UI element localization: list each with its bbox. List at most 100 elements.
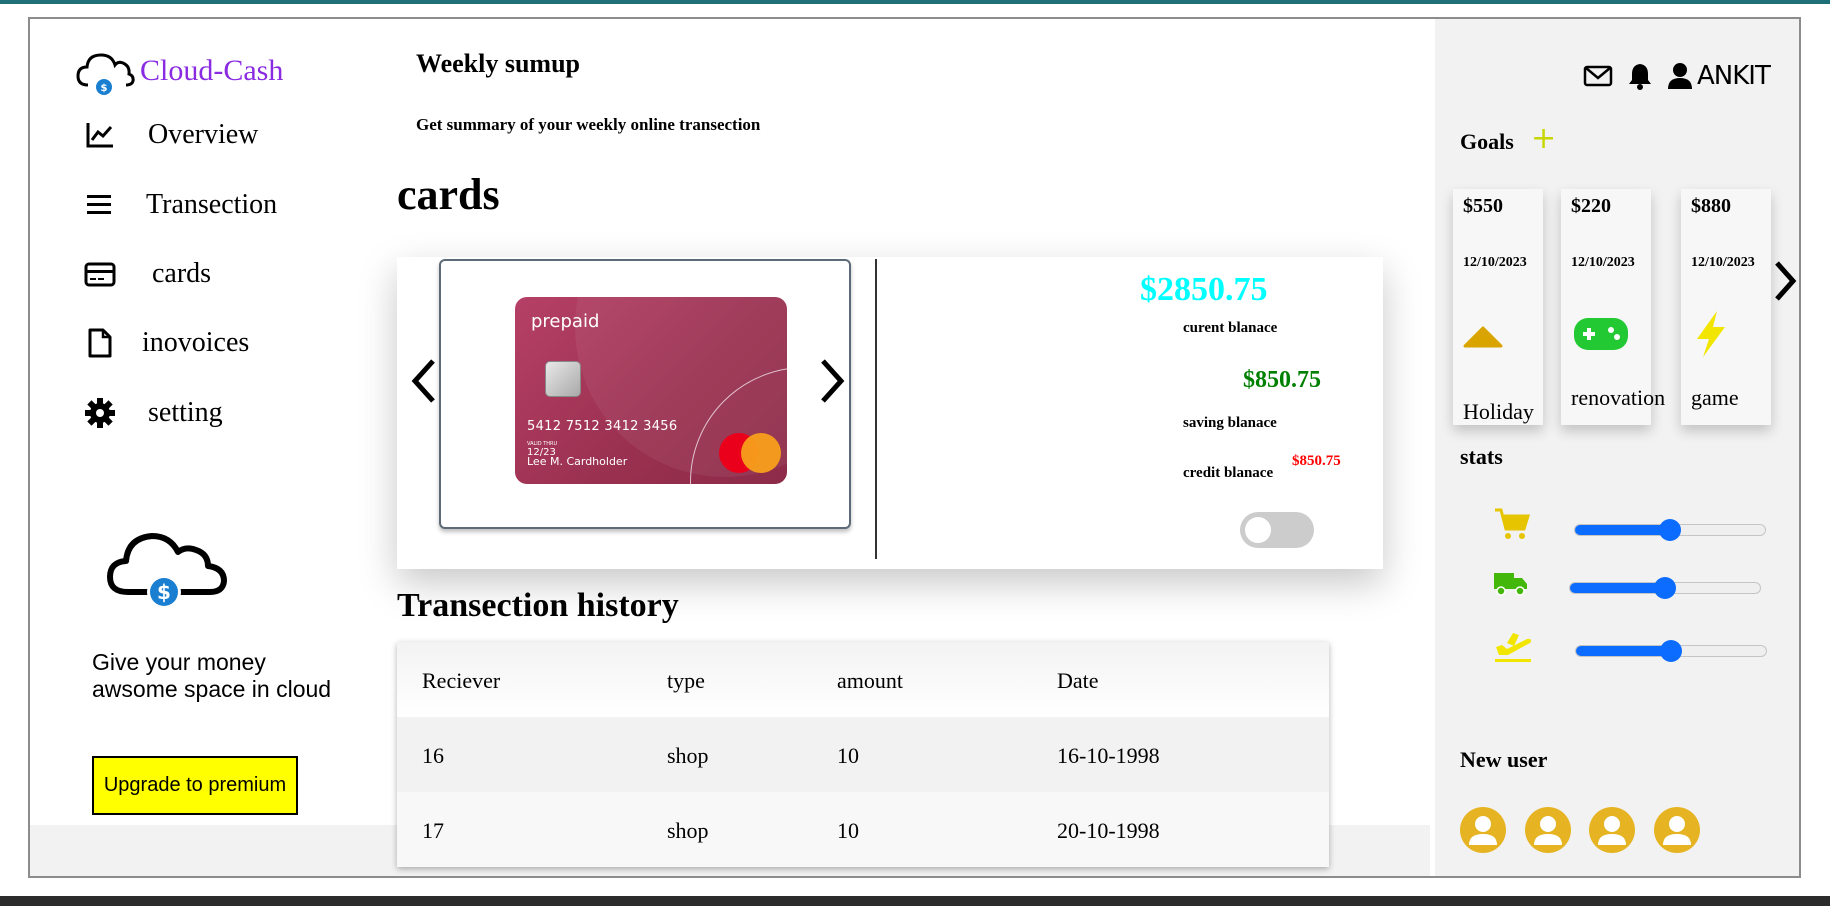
card-panel: prepaid 5412 7512 3412 3456 VALID THRU 12… bbox=[397, 257, 1383, 569]
goal-name: game bbox=[1691, 385, 1739, 410]
card-number: 5412 7512 3412 3456 bbox=[527, 419, 678, 434]
goal-amount: $220 bbox=[1571, 195, 1611, 217]
sidebar-item-label: Transection bbox=[146, 189, 278, 220]
stat-slider[interactable] bbox=[1569, 577, 1761, 599]
gear-icon bbox=[85, 398, 115, 428]
table-cell: 17 bbox=[422, 818, 444, 843]
avatar[interactable] bbox=[1460, 807, 1506, 853]
user-name[interactable]: ANKIT bbox=[1697, 61, 1771, 91]
table-cell: shop bbox=[667, 743, 709, 768]
user-icon bbox=[1469, 816, 1497, 845]
goal-card[interactable]: $880 12/10/2023 game bbox=[1681, 189, 1771, 425]
promo-text: Give your money awsome space in cloud bbox=[92, 649, 332, 702]
sidebar-item-label: setting bbox=[148, 397, 223, 428]
avatar[interactable] bbox=[1525, 807, 1571, 853]
taskbar bbox=[0, 896, 1830, 906]
sidebar-item-label: inovoices bbox=[142, 327, 250, 358]
table-row[interactable]: 16 shop 10 16-10-1998 bbox=[397, 717, 1329, 792]
svg-text:$: $ bbox=[101, 83, 108, 94]
right-panel: ANKIT Goals + $550 12/10/2023 Holiday $2… bbox=[1435, 19, 1799, 876]
goal-name: Holiday bbox=[1463, 399, 1534, 424]
mail-icon[interactable] bbox=[1583, 64, 1613, 88]
column-header: amount bbox=[837, 668, 903, 693]
sidebar-item-transection[interactable]: Transection bbox=[84, 189, 277, 221]
sidebar-item-inovoices[interactable]: inovoices bbox=[84, 327, 249, 359]
slider-thumb[interactable] bbox=[1654, 577, 1676, 599]
truck-icon bbox=[1494, 573, 1527, 596]
goal-card[interactable]: $550 12/10/2023 Holiday bbox=[1453, 189, 1543, 425]
credit-balance-value: $850.75 bbox=[1292, 453, 1341, 469]
stat-slider[interactable] bbox=[1574, 519, 1766, 541]
avatar[interactable] bbox=[1654, 807, 1700, 853]
cloud-dollar-icon: $ bbox=[76, 53, 135, 95]
stat-slider[interactable] bbox=[1575, 640, 1767, 662]
chart-line-icon bbox=[86, 123, 113, 148]
stat-row bbox=[1493, 507, 1531, 546]
card-chip-icon bbox=[545, 361, 581, 397]
mastercard-logo-icon bbox=[741, 433, 781, 473]
sidebar-item-overview[interactable]: Overview bbox=[84, 119, 258, 151]
goals-title: Goals bbox=[1460, 129, 1514, 154]
avatar[interactable] bbox=[1589, 807, 1635, 853]
current-balance-label: curent blanace bbox=[1183, 320, 1278, 336]
cart-icon bbox=[1495, 508, 1531, 539]
chevron-right-icon[interactable] bbox=[1773, 259, 1797, 303]
menu-icon bbox=[87, 195, 111, 214]
goal-amount: $880 bbox=[1691, 195, 1731, 217]
goal-date: 12/10/2023 bbox=[1571, 255, 1635, 270]
table-cell: shop bbox=[667, 818, 709, 843]
credit-card[interactable]: prepaid 5412 7512 3412 3456 VALID THRU 12… bbox=[515, 297, 787, 484]
goal-name: renovation bbox=[1571, 385, 1666, 410]
current-balance-value: $2850.75 bbox=[1140, 271, 1268, 308]
gamepad-icon bbox=[1574, 318, 1628, 350]
table-cell: 20-10-1998 bbox=[1057, 818, 1160, 843]
sidebar-item-label: Overview bbox=[148, 119, 259, 150]
column-header: Reciever bbox=[422, 668, 501, 693]
upgrade-button[interactable]: Upgrade to premium bbox=[92, 756, 298, 815]
credit-balance-label: credit blanace bbox=[1183, 465, 1274, 481]
cards-title: cards bbox=[397, 170, 500, 219]
add-goal-button[interactable]: + bbox=[1531, 121, 1556, 156]
history-title: Transection history bbox=[397, 587, 679, 624]
slider-fill bbox=[1575, 525, 1670, 535]
app-name: Cloud-Cash bbox=[140, 54, 284, 87]
weekly-title: Weekly sumup bbox=[416, 49, 580, 78]
slider-thumb[interactable] bbox=[1659, 519, 1681, 541]
card-holder: Lee M. Cardholder bbox=[527, 455, 628, 468]
app-logo[interactable]: $ Cloud-Cash bbox=[74, 45, 283, 97]
table-cell: 10 bbox=[837, 743, 859, 768]
cap-icon bbox=[1463, 326, 1503, 348]
slider-thumb[interactable] bbox=[1660, 640, 1682, 662]
chevron-right-icon[interactable] bbox=[817, 357, 847, 405]
column-header: type bbox=[667, 668, 705, 693]
goal-date: 12/10/2023 bbox=[1691, 255, 1755, 270]
goal-card[interactable]: $220 12/10/2023 renovation bbox=[1561, 189, 1665, 425]
user-icon bbox=[1598, 816, 1626, 845]
slider-fill bbox=[1576, 646, 1671, 656]
bell-icon[interactable] bbox=[1625, 62, 1655, 90]
table-row[interactable]: 17 shop 10 20-10-1998 bbox=[397, 792, 1329, 867]
sidebar-item-cards[interactable]: cards bbox=[84, 258, 211, 290]
card-toggle[interactable] bbox=[1240, 512, 1314, 548]
user-icon bbox=[1534, 816, 1562, 845]
card-divider bbox=[875, 259, 877, 559]
goal-amount: $550 bbox=[1463, 195, 1503, 217]
lightning-icon bbox=[1697, 311, 1725, 357]
table-cell: 16 bbox=[422, 743, 444, 768]
app-frame: $ Cloud-Cash Overview Transection cards … bbox=[28, 17, 1801, 878]
user-icon[interactable] bbox=[1667, 62, 1693, 90]
weekly-subtitle: Get summary of your weekly online transe… bbox=[416, 115, 761, 134]
toggle-knob bbox=[1245, 517, 1271, 543]
sidebar-item-setting[interactable]: setting bbox=[84, 397, 223, 429]
card-carousel: prepaid 5412 7512 3412 3456 VALID THRU 12… bbox=[439, 259, 851, 529]
slider-fill bbox=[1570, 583, 1665, 593]
user-icon bbox=[1663, 816, 1691, 845]
stat-row bbox=[1493, 567, 1529, 602]
window-top-border bbox=[0, 0, 1830, 4]
cloud-dollar-icon: $ bbox=[107, 533, 227, 609]
user-toolbar: ANKIT bbox=[1583, 61, 1771, 91]
table-cell: 16-10-1998 bbox=[1057, 743, 1160, 768]
table-header-row: Reciever type amount Date bbox=[397, 642, 1329, 717]
chevron-left-icon[interactable] bbox=[409, 357, 439, 405]
file-icon bbox=[88, 328, 112, 358]
